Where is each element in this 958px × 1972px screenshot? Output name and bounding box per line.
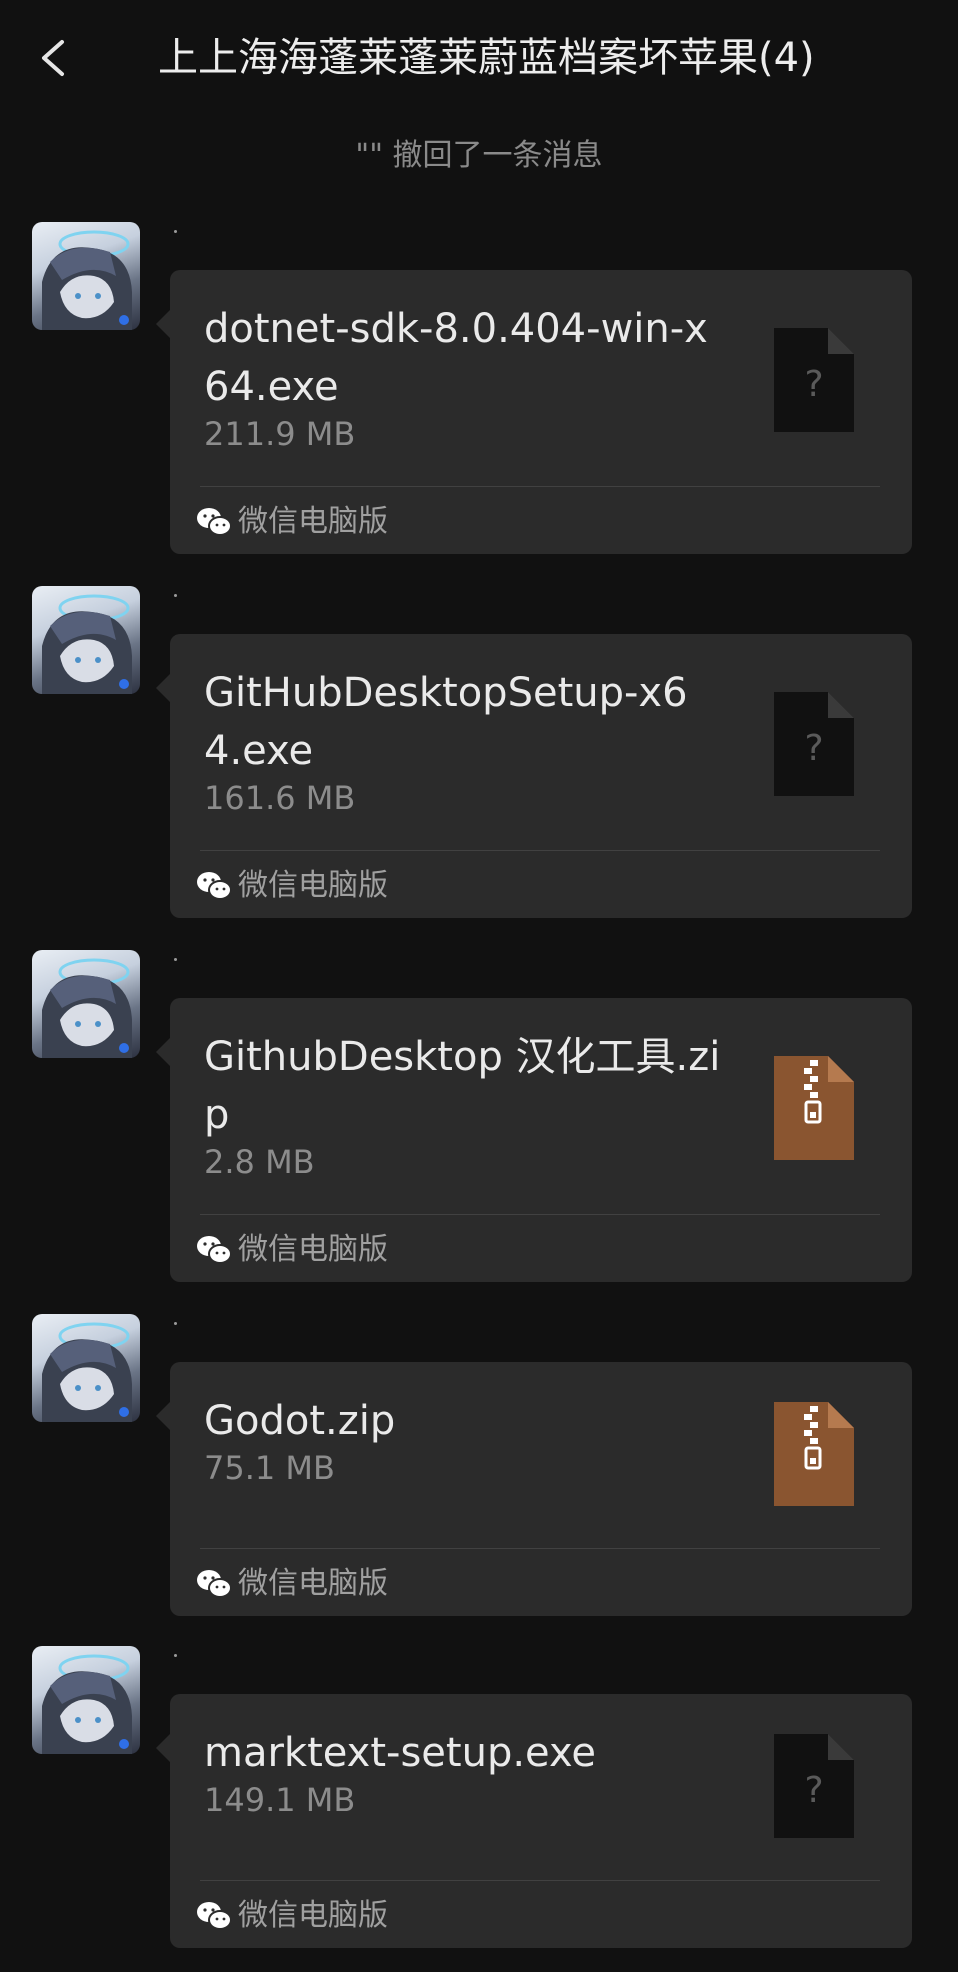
unknown-file-icon: ? bbox=[774, 328, 854, 432]
divider bbox=[200, 486, 880, 487]
file-name: GithubDesktop 汉化工具.zip bbox=[204, 1034, 721, 1138]
svg-text:?: ? bbox=[804, 728, 823, 769]
file-name: GitHubDesktopSetup-x64.exe bbox=[204, 670, 688, 774]
avatar[interactable] bbox=[32, 950, 140, 1058]
svg-text:?: ? bbox=[804, 1770, 823, 1811]
sender-name bbox=[174, 1654, 177, 1657]
divider bbox=[200, 1214, 880, 1215]
divider bbox=[200, 850, 880, 851]
bubble-tail bbox=[156, 1734, 170, 1762]
recall-notice: "" 撤回了一条消息 bbox=[355, 138, 603, 173]
file-size: 75.1 MB bbox=[204, 1449, 335, 1487]
file-name: marktext-setup.exe bbox=[204, 1730, 597, 1776]
file-message-bubble[interactable]: GitHubDesktopSetup-x64.exe 161.6 MB ? 微信… bbox=[156, 634, 912, 918]
source-tag: 微信电脑版 bbox=[196, 1896, 388, 1936]
chat-title: 上上海海蓬莱蓬莱蔚蓝档案坏苹果(4) bbox=[158, 35, 815, 81]
sender-name bbox=[174, 594, 177, 597]
source-tag: 微信电脑版 bbox=[196, 1564, 388, 1604]
file-size: 211.9 MB bbox=[204, 415, 356, 453]
wechat-icon bbox=[197, 1236, 232, 1264]
zip-file-icon bbox=[774, 1402, 854, 1506]
bubble-tail bbox=[156, 1038, 170, 1066]
file-size: 161.6 MB bbox=[204, 779, 356, 817]
message-row: Godot.zip 75.1 MB 微信电脑版 bbox=[0, 1314, 958, 1624]
back-button[interactable] bbox=[30, 28, 80, 88]
source-tag: 微信电脑版 bbox=[196, 1230, 388, 1270]
message-row: marktext-setup.exe 149.1 MB ? 微信电脑版 bbox=[0, 1646, 958, 1956]
message-row: GithubDesktop 汉化工具.zip 2.8 MB 微信电脑版 bbox=[0, 950, 958, 1290]
source-tag: 微信电脑版 bbox=[196, 502, 388, 542]
chat-header: 上上海海蓬莱蓬莱蔚蓝档案坏苹果(4) bbox=[0, 0, 958, 115]
file-message-bubble[interactable]: GithubDesktop 汉化工具.zip 2.8 MB 微信电脑版 bbox=[156, 998, 912, 1282]
source-label: 微信电脑版 bbox=[238, 868, 388, 903]
source-tag: 微信电脑版 bbox=[196, 866, 388, 906]
bubble-tail bbox=[156, 674, 170, 702]
wechat-icon bbox=[197, 1902, 232, 1930]
bubble-tail bbox=[156, 310, 170, 338]
wechat-icon bbox=[197, 872, 232, 900]
avatar[interactable] bbox=[32, 1646, 140, 1754]
wechat-icon bbox=[197, 508, 232, 536]
divider bbox=[200, 1880, 880, 1881]
file-message-bubble[interactable]: Godot.zip 75.1 MB 微信电脑版 bbox=[156, 1362, 912, 1616]
file-name: Godot.zip bbox=[204, 1398, 396, 1444]
source-label: 微信电脑版 bbox=[238, 504, 388, 539]
sender-name bbox=[174, 1322, 177, 1325]
wechat-icon bbox=[197, 1570, 232, 1598]
divider bbox=[200, 1548, 880, 1549]
chevron-left-icon bbox=[42, 40, 64, 76]
file-message-bubble[interactable]: dotnet-sdk-8.0.404-win-x64.exe 211.9 MB … bbox=[156, 270, 912, 554]
avatar[interactable] bbox=[32, 1314, 140, 1422]
avatar[interactable] bbox=[32, 222, 140, 330]
svg-text:?: ? bbox=[804, 364, 823, 405]
zip-file-icon bbox=[774, 1056, 854, 1160]
file-size: 2.8 MB bbox=[204, 1143, 315, 1181]
message-row: GitHubDesktopSetup-x64.exe 161.6 MB ? 微信… bbox=[0, 586, 958, 926]
file-name: dotnet-sdk-8.0.404-win-x64.exe bbox=[204, 306, 708, 410]
unknown-file-icon: ? bbox=[774, 692, 854, 796]
message-row: dotnet-sdk-8.0.404-win-x64.exe 211.9 MB … bbox=[0, 222, 958, 562]
unknown-file-icon: ? bbox=[774, 1734, 854, 1838]
bubble-tail bbox=[156, 1402, 170, 1430]
file-message-bubble[interactable]: marktext-setup.exe 149.1 MB ? 微信电脑版 bbox=[156, 1694, 912, 1948]
source-label: 微信电脑版 bbox=[238, 1898, 388, 1933]
source-label: 微信电脑版 bbox=[238, 1566, 388, 1601]
avatar[interactable] bbox=[32, 586, 140, 694]
sender-name bbox=[174, 230, 177, 233]
sender-name bbox=[174, 958, 177, 961]
source-label: 微信电脑版 bbox=[238, 1232, 388, 1267]
file-size: 149.1 MB bbox=[204, 1781, 356, 1819]
